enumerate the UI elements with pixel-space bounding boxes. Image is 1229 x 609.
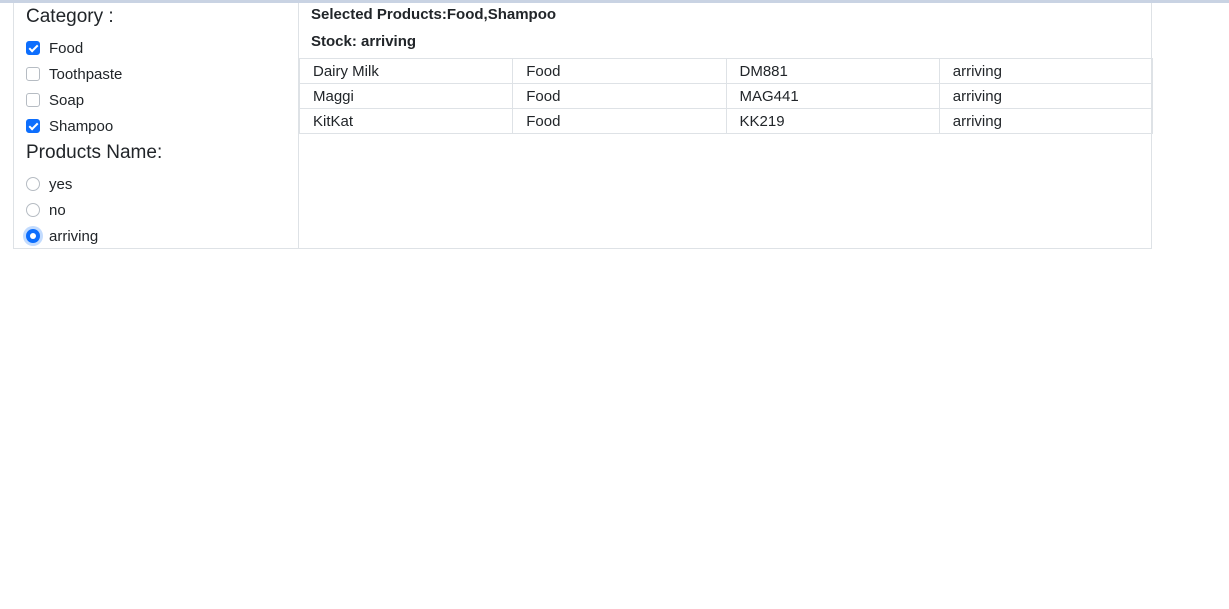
product-category-cell: Food — [512, 83, 727, 109]
selected-products-text: Selected Products:Food,Shampoo — [311, 6, 557, 23]
toothpaste-checkbox[interactable] — [26, 67, 40, 81]
product-stock-cell: arriving — [938, 108, 1154, 134]
category-option-label: Toothpaste — [49, 65, 123, 83]
product-name-cell: Maggi — [298, 83, 514, 109]
results-area: Selected Products:Food,Shampoo Stock: ar… — [298, 3, 1154, 248]
category-option-shampoo[interactable]: Shampoo — [26, 116, 113, 136]
product-stock-cell: arriving — [938, 58, 1154, 84]
stock-text: Stock: arriving — [311, 33, 417, 50]
products-name-option-arriving[interactable]: arriving — [26, 226, 98, 246]
product-code-cell: KK219 — [725, 108, 940, 134]
products-table: Dairy Milk Food DM881 arriving Maggi Foo… — [298, 58, 1154, 134]
table-row: Maggi Food MAG441 arriving — [298, 83, 1154, 109]
product-code-cell: MAG441 — [725, 83, 940, 109]
category-option-label: Shampoo — [49, 117, 114, 135]
category-option-label: Food — [49, 39, 84, 57]
product-category-cell: Food — [512, 108, 727, 134]
products-name-option-yes[interactable]: yes — [26, 174, 72, 194]
product-stock-cell: arriving — [938, 83, 1154, 109]
sidebar: Category : Food Toothpaste Soap Shampoo … — [14, 3, 299, 248]
products-name-option-label: no — [49, 201, 66, 219]
category-option-soap[interactable]: Soap — [26, 90, 84, 110]
product-code-cell: DM881 — [725, 58, 940, 84]
yes-radio[interactable] — [26, 177, 40, 191]
category-option-label: Soap — [49, 91, 85, 109]
no-radio[interactable] — [26, 203, 40, 217]
soap-checkbox[interactable] — [26, 93, 40, 107]
products-name-option-label: arriving — [49, 227, 99, 245]
food-checkbox[interactable] — [26, 41, 40, 55]
category-title: Category : — [26, 6, 114, 27]
product-name-cell: Dairy Milk — [298, 58, 514, 84]
table-row: KitKat Food KK219 arriving — [298, 108, 1154, 134]
product-name-cell: KitKat — [298, 108, 514, 134]
products-name-option-label: yes — [49, 175, 73, 193]
product-category-cell: Food — [512, 58, 727, 84]
category-option-toothpaste[interactable]: Toothpaste — [26, 64, 122, 84]
table-row: Dairy Milk Food DM881 arriving — [298, 58, 1154, 84]
filter-panel: Category : Food Toothpaste Soap Shampoo … — [13, 3, 1154, 249]
category-option-food[interactable]: Food — [26, 38, 83, 58]
shampoo-checkbox[interactable] — [26, 119, 40, 133]
products-name-option-no[interactable]: no — [26, 200, 66, 220]
arriving-radio[interactable] — [26, 229, 40, 243]
products-name-title: Products Name: — [26, 142, 163, 163]
